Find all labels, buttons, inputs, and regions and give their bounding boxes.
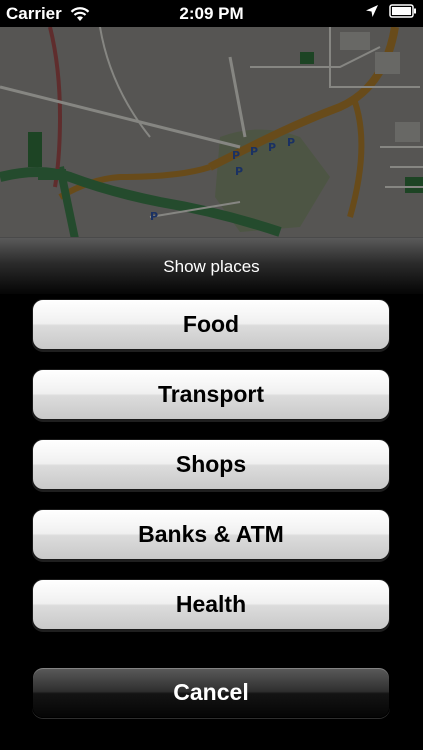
transport-button[interactable]: Transport xyxy=(32,369,390,420)
action-sheet-header: Show places xyxy=(0,238,423,294)
shops-button[interactable]: Shops xyxy=(32,439,390,490)
action-sheet: Show places Food Transport Shops Banks &… xyxy=(0,237,423,750)
cancel-button[interactable]: Cancel xyxy=(32,667,390,718)
status-time: 2:09 PM xyxy=(179,4,244,23)
screen: Carrier 2:09 PM P P P P P P Show places … xyxy=(0,0,423,750)
action-sheet-title: Show places xyxy=(163,257,260,276)
battery-icon xyxy=(389,4,417,18)
food-button[interactable]: Food xyxy=(32,299,390,350)
status-bar: Carrier 2:09 PM xyxy=(0,0,423,27)
status-right xyxy=(365,4,417,18)
location-arrow-icon xyxy=(365,4,379,18)
banks-atm-button[interactable]: Banks & ATM xyxy=(32,509,390,560)
map-view[interactable]: P P P P P P xyxy=(0,27,423,239)
map-dim-overlay xyxy=(0,27,423,239)
health-button[interactable]: Health xyxy=(32,579,390,630)
